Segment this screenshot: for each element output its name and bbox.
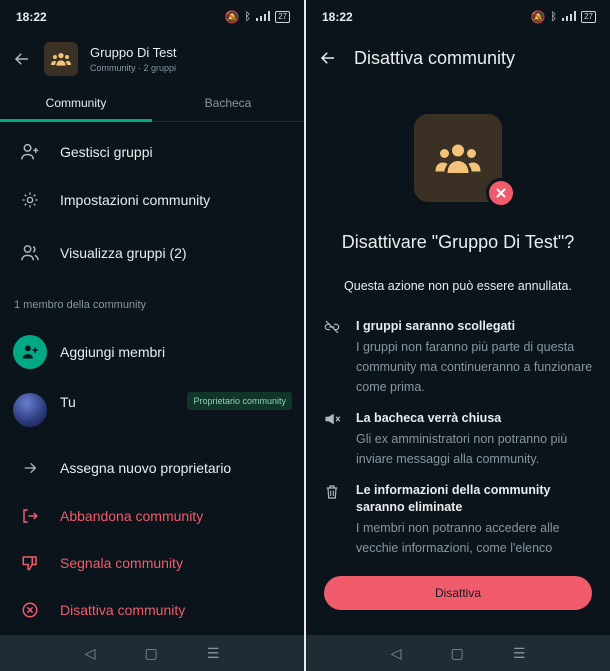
person-add-icon [22,345,38,359]
deactivate-button[interactable]: Disattiva [324,576,592,610]
close-circle-icon [22,602,38,618]
group-icon [435,144,481,173]
groups-icon [21,245,39,261]
mute-icon: 🔕 [224,10,240,24]
header: Disattiva community [306,34,610,82]
deactivate-community-item[interactable]: Disattiva community [0,590,304,630]
close-icon [496,188,506,198]
community-settings-label: Impostazioni community [60,192,211,208]
leave-community-item[interactable]: Abbandona community [0,496,304,536]
manage-groups-label: Gestisci gruppi [60,144,153,160]
tab-community[interactable]: Community [0,88,152,122]
system-nav-bar: ◁ ▢ ☰ [0,635,304,671]
community-settings-item[interactable]: Impostazioni community [0,180,304,220]
nav-home-icon[interactable]: ▢ [144,645,157,662]
status-icons: 🔕 ᛒ 27 [225,10,290,24]
bluetooth-icon: ᛒ [550,11,558,23]
leave-community-label: Abbandona community [60,508,204,524]
consequence-desc: I gruppi non faranno più parte di questa… [356,340,593,394]
consequence-announcements: La bacheca verrà chiusa Gli ex amministr… [324,410,598,469]
thumbs-down-icon [22,556,37,571]
community-avatar[interactable] [44,42,78,76]
manage-groups-item[interactable]: Gestisci gruppi [0,132,304,172]
nav-back-icon[interactable]: ◁ [85,645,96,662]
page-title: Disattiva community [354,47,516,68]
status-bar: 18:22 🔕 ᛒ 27 [0,0,304,34]
consequence-heading: I gruppi saranno scollegati [356,319,516,333]
warning-subtitle: Questa azione non può essere annullata. [344,279,572,293]
system-nav-bar: ◁ ▢ ☰ [306,635,610,671]
owner-badge: Proprietario community [187,392,292,410]
group-add-icon [21,143,39,160]
gear-icon [22,192,38,208]
group-icon [51,53,71,66]
tab-bacheca[interactable]: Bacheca [152,88,304,121]
nav-home-icon[interactable]: ▢ [450,645,463,662]
members-section-header: 1 membro della community [14,299,147,311]
deactivate-community-label: Disattiva community [60,602,186,618]
deactivate-community-screen: 18:22 🔕 ᛒ 27 Disattiva community Disatti… [306,0,610,671]
community-title: Gruppo Di Test [90,45,177,60]
arrow-left-icon [14,53,28,65]
status-icons: 🔕 ᛒ 27 [531,10,596,24]
nav-back-icon[interactable]: ◁ [391,645,402,662]
community-subtitle: Community · 2 gruppi [90,63,177,73]
assign-owner-label: Assegna nuovo proprietario [60,460,232,476]
report-community-item[interactable]: Segnala community [0,543,304,583]
view-groups-label: Visualizza gruppi (2) [60,245,187,261]
consequence-heading: La bacheca verrà chiusa [356,411,502,425]
deactivate-badge [486,178,516,208]
consequence-desc: I membri non potranno accedere alle vecc… [356,521,560,555]
status-time: 18:22 [322,10,353,24]
header: Gruppo Di Test Community · 2 gruppi [0,34,304,84]
bluetooth-icon: ᛒ [244,11,252,23]
community-info-screen: 18:22 🔕 ᛒ 27 Gruppo Di Test Community · … [0,0,304,671]
arrow-left-icon [320,52,334,64]
back-button[interactable] [0,50,44,68]
consequence-groups: I gruppi saranno scollegati I gruppi non… [324,318,598,397]
consequence-desc: Gli ex amministratori non potranno più i… [356,432,568,466]
link-off-icon [324,320,340,334]
add-member-avatar [13,335,47,369]
nav-menu-icon[interactable]: ☰ [207,645,220,662]
consequence-heading: Le informazioni della community saranno … [356,483,551,514]
signal-icon [256,10,271,24]
member-row-you[interactable]: Tu Proprietario community [0,388,304,432]
nav-menu-icon[interactable]: ☰ [513,645,526,662]
battery-icon: 27 [581,11,596,23]
battery-icon: 27 [275,11,290,23]
mute-icon: 🔕 [530,10,546,24]
view-groups-item[interactable]: Visualizza gruppi (2) [0,233,304,273]
arrow-right-icon [24,462,37,474]
header-title-block[interactable]: Gruppo Di Test Community · 2 gruppi [90,45,176,73]
trash-icon [326,485,338,499]
add-members-item[interactable]: Aggiungi membri [0,332,304,372]
status-bar: 18:22 🔕 ᛒ 27 [306,0,610,34]
add-members-label: Aggiungi membri [60,344,166,360]
confirm-question: Disattivare "Gruppo Di Test"? [341,232,575,252]
report-community-label: Segnala community [60,555,183,571]
signal-icon [562,10,577,24]
tab-bar: Community Bacheca [0,88,304,122]
assign-owner-item[interactable]: Assegna nuovo proprietario [0,448,304,488]
member-name: Tu [60,394,76,410]
megaphone-off-icon [325,413,341,425]
back-button[interactable] [306,49,350,67]
status-time: 18:22 [16,10,47,24]
consequence-info: Le informazioni della community saranno … [324,482,598,558]
exit-icon [23,509,38,523]
avatar [13,393,47,427]
